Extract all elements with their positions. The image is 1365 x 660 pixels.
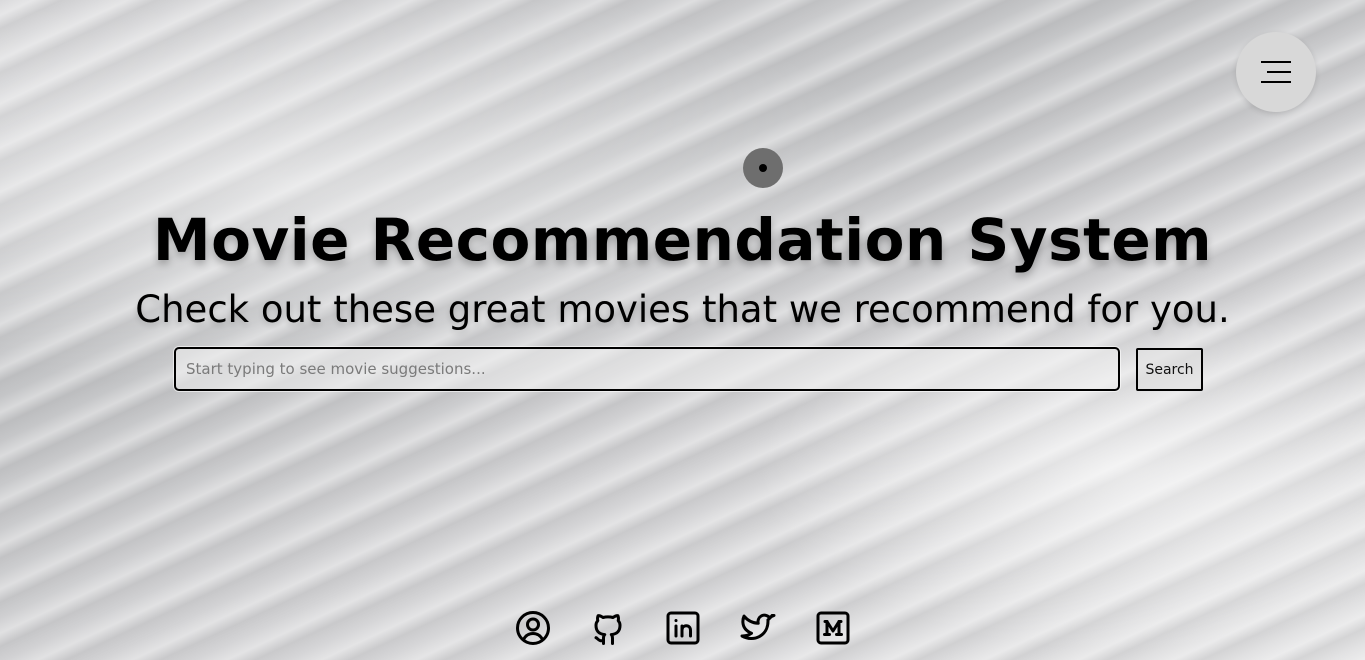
dot-icon [759,164,767,172]
social-link-twitter[interactable] [739,609,777,647]
social-link-linkedin[interactable] [664,609,702,647]
search-bar: Search [174,347,1204,391]
page-title: Movie Recommendation System [152,206,1213,274]
user-circle-icon [515,610,551,646]
social-link-profile[interactable] [514,609,552,647]
menu-button[interactable] [1236,32,1316,112]
search-input[interactable] [174,347,1120,391]
social-links [514,609,852,647]
social-link-medium[interactable] [814,609,852,647]
hamburger-menu-icon [1260,60,1292,84]
page-indicator [743,148,783,188]
linkedin-icon [666,611,700,645]
social-link-github[interactable] [589,609,627,647]
medium-icon [816,611,850,645]
twitter-icon [739,611,777,645]
page-subtitle: Check out these great movies that we rec… [135,288,1230,331]
search-button[interactable]: Search [1136,348,1203,391]
github-icon [590,610,626,646]
